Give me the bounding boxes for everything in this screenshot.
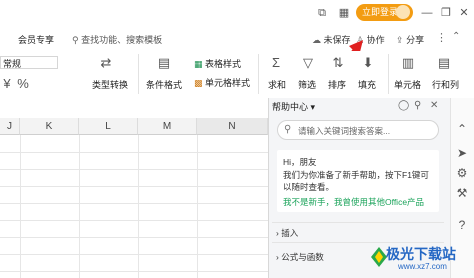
column-header[interactable]: N [197, 118, 268, 135]
spreadsheet-grid[interactable]: J K L M N [0, 118, 268, 278]
greeting-text: Hi，朋友 [283, 157, 317, 167]
sum-button[interactable]: 求和 [268, 78, 286, 91]
caret-icon: › [276, 228, 279, 238]
divider [138, 54, 139, 94]
cell-button[interactable]: 单元格 [394, 78, 421, 91]
help-icon[interactable]: ? [452, 218, 472, 232]
restore-icon[interactable]: ❐ [439, 5, 453, 21]
search-box[interactable]: ⚲ 查找功能、搜索模板 [72, 33, 162, 46]
fill-icon[interactable]: ⬇ [360, 55, 376, 71]
dropdown-icon: ▾ [310, 102, 316, 112]
share-icon: ⇪ [396, 35, 404, 45]
convert-icon[interactable]: ⇄ [98, 55, 114, 71]
close-icon[interactable]: ✕ [457, 5, 471, 21]
welcome-card: Hi，朋友 我们为你准备了新手帮助，按下F1键可以随时查看。 我不是新手，我曾使… [277, 150, 439, 212]
minimize-icon[interactable]: — [420, 5, 434, 21]
caret-icon: › [276, 252, 279, 262]
cell-icon[interactable]: ▥ [400, 55, 416, 71]
column-header[interactable]: L [79, 118, 138, 135]
avatar[interactable] [396, 5, 410, 19]
tool-icon[interactable]: ⚒ [452, 186, 472, 200]
divider [388, 54, 389, 94]
scroll-up-icon[interactable]: ⌃ [452, 122, 472, 136]
help-search-placeholder: 请输入关键词搜索答案... [298, 126, 391, 136]
share-button[interactable]: ⇪ 分享 [396, 33, 424, 46]
chat-icon[interactable]: ◯ [398, 100, 409, 111]
type-convert-button[interactable]: 类型转换 [92, 78, 128, 91]
section-insert[interactable]: › 插入 [276, 227, 298, 239]
divider [258, 54, 259, 94]
search-icon: ⚲ [284, 124, 292, 135]
grid-view-icon[interactable]: ▦ [336, 5, 352, 21]
cell-style-button[interactable]: ▩ 单元格样式 [194, 76, 250, 89]
sort-button[interactable]: 排序 [328, 78, 346, 91]
formula-bar[interactable] [0, 98, 268, 119]
filter-button[interactable]: 筛选 [298, 78, 316, 91]
conditional-format-button[interactable]: 条件格式 [146, 78, 182, 91]
fill-button[interactable]: 填充 [358, 78, 376, 91]
help-pane-title[interactable]: 帮助中心 ▾ [272, 100, 315, 113]
more-icon[interactable]: ⋮ [436, 31, 447, 44]
search-placeholder: 查找功能、搜索模板 [81, 35, 163, 45]
settings-icon[interactable]: ⚙ [452, 166, 472, 180]
intro-text: 我们为你准备了新手帮助，按下F1键可以随时查看。 [283, 170, 429, 192]
pin-icon[interactable]: ⚲ [414, 100, 421, 111]
percent-icon[interactable]: % [16, 76, 30, 91]
sort-icon[interactable]: ⇅ [330, 55, 346, 71]
column-header[interactable]: J [0, 118, 20, 135]
section-formula[interactable]: › 公式与函数 [276, 251, 324, 263]
search-icon: ⚲ [72, 35, 82, 45]
number-format-select[interactable]: 常规 [0, 56, 58, 69]
help-search-input[interactable]: ⚲ 请输入关键词搜索答案... [277, 120, 439, 140]
pointer-icon[interactable]: ➤ [452, 146, 472, 160]
column-header[interactable]: M [138, 118, 197, 135]
not-newbie-link[interactable]: 我不是新手，我曾使用其他Office产品 [283, 196, 424, 208]
row-col-button[interactable]: 行和列 [432, 78, 459, 91]
close-pane-icon[interactable]: ✕ [430, 100, 438, 111]
table-style-button[interactable]: ▦ 表格样式 [194, 57, 241, 70]
member-menu[interactable]: 会员专享 [18, 33, 54, 46]
row-col-icon[interactable]: ▤ [436, 55, 452, 71]
filter-icon[interactable]: ▽ [300, 55, 316, 71]
conditional-format-icon[interactable]: ▤ [156, 55, 172, 71]
cell-style-icon: ▩ [194, 78, 203, 88]
watermark-url: www.xz7.com [398, 262, 447, 271]
layout-icon[interactable]: ⧉ [314, 5, 330, 21]
currency-icon[interactable]: ¥ [0, 76, 14, 91]
watermark-name: 极光下载站 [386, 246, 456, 262]
column-header[interactable]: K [20, 118, 79, 135]
table-icon: ▦ [194, 59, 203, 69]
collapse-icon[interactable]: ⌃ [452, 31, 460, 42]
sum-icon[interactable]: Σ [268, 55, 284, 70]
